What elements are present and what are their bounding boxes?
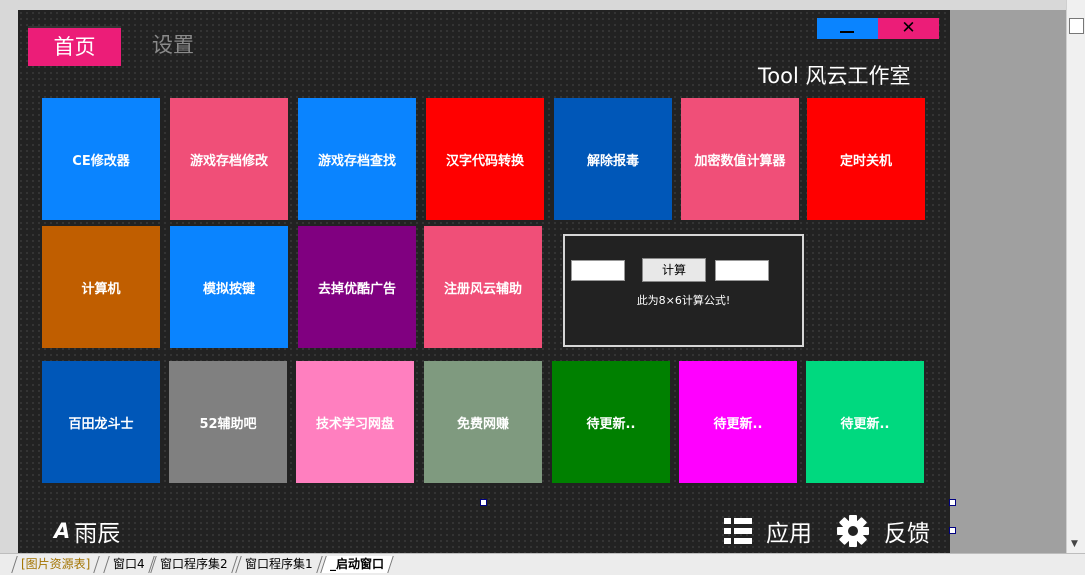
tile-scheduled-shutdown[interactable]: 定时关机	[807, 98, 925, 220]
tile-label: 待更新..	[840, 416, 890, 432]
grid-list-icon	[724, 518, 752, 544]
resize-handle-right[interactable]	[949, 527, 956, 534]
tile-remove-youku-ads[interactable]: 去掉优酷广告	[298, 226, 416, 348]
designer-tab-bar: [图片资源表] 窗口4 窗口程序集2 窗口程序集1 _启动窗口	[0, 553, 1085, 575]
tile-save-find[interactable]: 游戏存档查找	[298, 98, 416, 220]
close-icon: ✕	[901, 18, 916, 38]
feedback-button[interactable]: 反馈	[836, 512, 930, 550]
studio-title: Tool 风云工作室	[758, 64, 911, 88]
tile-label: 免费网赚	[456, 416, 509, 432]
tile-label: CE修改器	[72, 153, 130, 169]
apps-label: 应用	[766, 521, 812, 547]
designer-tab-program-set2[interactable]: 窗口程序集2	[150, 556, 238, 573]
calc-note: 此为8×6计算公式!	[636, 294, 731, 307]
brand-name: 雨辰	[74, 521, 121, 547]
tile-label: 去掉优酷广告	[317, 281, 396, 297]
tile-char-code-convert[interactable]: 汉字代码转换	[426, 98, 544, 220]
scrollbar-thumb[interactable]	[1069, 18, 1084, 34]
tile-remove-virus-alert[interactable]: 解除报毒	[554, 98, 672, 220]
tile-save-edit[interactable]: 游戏存档修改	[170, 98, 288, 220]
tile-label: 待更新..	[586, 416, 636, 432]
calc-input-b[interactable]	[715, 260, 769, 281]
tile-pending-3[interactable]: 待更新..	[806, 361, 924, 483]
tile-computer[interactable]: 计算机	[42, 226, 160, 348]
tile-label: 汉字代码转换	[445, 153, 524, 169]
designer-tab-image-resources[interactable]: [图片资源表]	[11, 556, 101, 573]
tile-label: 定时关机	[839, 153, 892, 169]
tile-encrypted-calculator[interactable]: 加密数值计算器	[681, 98, 799, 220]
brand-logo: A	[54, 519, 71, 543]
tile-label: 待更新..	[713, 416, 763, 432]
calculator-panel: 计算 此为8×6计算公式!	[563, 234, 804, 347]
tile-52-helper-bar[interactable]: 52辅助吧	[169, 361, 287, 483]
designer-left-strip	[0, 0, 18, 553]
apps-button[interactable]: 应用	[724, 512, 812, 550]
tile-label: 注册风云辅助	[443, 281, 522, 297]
designer-tab-program-set1[interactable]: 窗口程序集1	[235, 556, 323, 573]
vertical-scrollbar[interactable]: ▼	[1066, 0, 1085, 553]
minimize-button[interactable]	[817, 18, 878, 39]
designer-tab-startup-window[interactable]: _启动窗口	[320, 556, 394, 573]
tile-baitian-dragon[interactable]: 百田龙斗士	[42, 361, 160, 483]
calc-input-a[interactable]	[571, 260, 625, 281]
tile-label: 百田龙斗士	[68, 416, 134, 432]
tile-label: 游戏存档修改	[189, 153, 268, 169]
tab-home[interactable]: 首页	[28, 26, 121, 66]
tile-label: 解除报毒	[586, 153, 639, 169]
tile-label: 技术学习网盘	[315, 416, 394, 432]
feedback-label: 反馈	[884, 521, 930, 547]
tab-settings[interactable]: 设置	[140, 26, 206, 64]
tile-label: 模拟按键	[202, 281, 255, 297]
gear-icon	[837, 515, 869, 547]
tile-free-earnings[interactable]: 免费网赚	[424, 361, 542, 483]
tile-register-helper[interactable]: 注册风云辅助	[424, 226, 542, 348]
tile-simulate-keys[interactable]: 模拟按键	[170, 226, 288, 348]
designer-top-strip	[0, 0, 1066, 10]
tile-label: 加密数值计算器	[694, 153, 786, 169]
close-button[interactable]: ✕	[878, 18, 939, 39]
designer-canvas-background	[950, 10, 1066, 553]
tile-pending-2[interactable]: 待更新..	[679, 361, 797, 483]
tile-pending-1[interactable]: 待更新..	[552, 361, 670, 483]
resize-handle-corner[interactable]	[949, 499, 956, 506]
designer-tab-window4[interactable]: 窗口4	[103, 556, 155, 573]
tile-label: 计算机	[81, 281, 121, 297]
calc-button[interactable]: 计算	[642, 258, 706, 282]
resize-handle-bottom[interactable]	[480, 499, 487, 506]
app-window: 首页 设置 ✕ Tool 风云工作室 CE修改器 游戏存档修改 游戏存档查找 汉…	[18, 10, 950, 553]
tile-label: 52辅助吧	[199, 416, 257, 432]
tile-ce-editor[interactable]: CE修改器	[42, 98, 160, 220]
scroll-down-icon[interactable]: ▼	[1071, 539, 1078, 549]
tile-tech-netdisk[interactable]: 技术学习网盘	[296, 361, 414, 483]
tile-label: 游戏存档查找	[317, 153, 396, 169]
brand: A 雨辰	[54, 513, 120, 549]
